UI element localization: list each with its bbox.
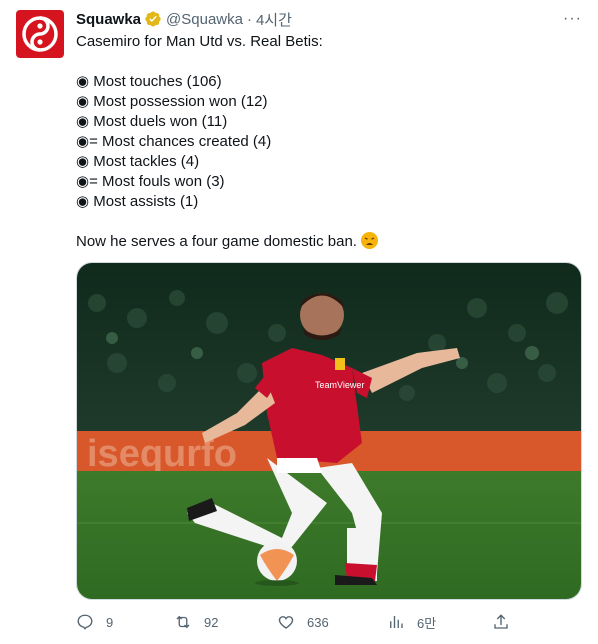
author-handle[interactable]: @Squawka [166, 11, 243, 28]
heart-icon [278, 616, 294, 629]
views-button[interactable]: 6만 [387, 613, 492, 632]
reply-count: 9 [106, 614, 114, 630]
tweet-line: ◉ Most assists (1) [76, 193, 199, 210]
tweet-image[interactable]: isequrfo TeamViewer [76, 262, 582, 600]
like-button[interactable]: 636 [277, 613, 387, 631]
reply-button[interactable]: 9 [76, 613, 174, 631]
tweet-header: Squawka @Squawka · 4시간 [76, 9, 292, 29]
tweet-line [76, 212, 576, 232]
action-bar: 9 92 636 6만 [76, 610, 582, 634]
retweet-count: 92 [204, 614, 219, 630]
verified-badge-icon[interactable] [144, 10, 162, 28]
timestamp[interactable]: 4시간 [256, 9, 292, 30]
tweet-line: ◉= Most chances created (4) [76, 133, 272, 150]
like-count: 636 [307, 614, 329, 630]
views-count: 6만 [417, 615, 437, 631]
tweet-line [76, 52, 576, 72]
tweet-line-text: Now he serves a four game domestic ban. [76, 233, 357, 250]
tweet-line: ◉= Most fouls won (3) [76, 173, 225, 190]
tweet-line: ◉ Most possession won (12) [76, 93, 268, 110]
svg-text:isequrfo: isequrfo [87, 433, 237, 475]
tweet-line: ◉ Most touches (106) [76, 73, 222, 90]
avatar[interactable] [16, 10, 64, 58]
more-options-icon[interactable]: ··· [563, 10, 582, 28]
weary-face-emoji-icon [360, 232, 378, 249]
tweet-line: ◉ Most duels won (11) [76, 113, 228, 130]
tweet-line: ◉ Most tackles (4) [76, 153, 200, 170]
tweet-line-last: Now he serves a four game domestic ban. [76, 232, 576, 252]
share-button[interactable] [492, 613, 510, 631]
player-photo: isequrfo TeamViewer [77, 263, 581, 599]
squawka-logo-icon [22, 16, 58, 52]
separator-dot: · [246, 10, 252, 28]
tweet-text: Casemiro for Man Utd vs. Real Betis: ◉ M… [76, 32, 576, 252]
retweet-icon [176, 615, 190, 629]
svg-text:TeamViewer: TeamViewer [315, 380, 364, 390]
author-name[interactable]: Squawka [76, 11, 141, 28]
views-chart-icon [390, 616, 403, 628]
reply-icon [77, 614, 93, 630]
share-icon [494, 614, 508, 629]
tweet-line: Casemiro for Man Utd vs. Real Betis: [76, 33, 323, 50]
retweet-button[interactable]: 92 [174, 613, 277, 631]
